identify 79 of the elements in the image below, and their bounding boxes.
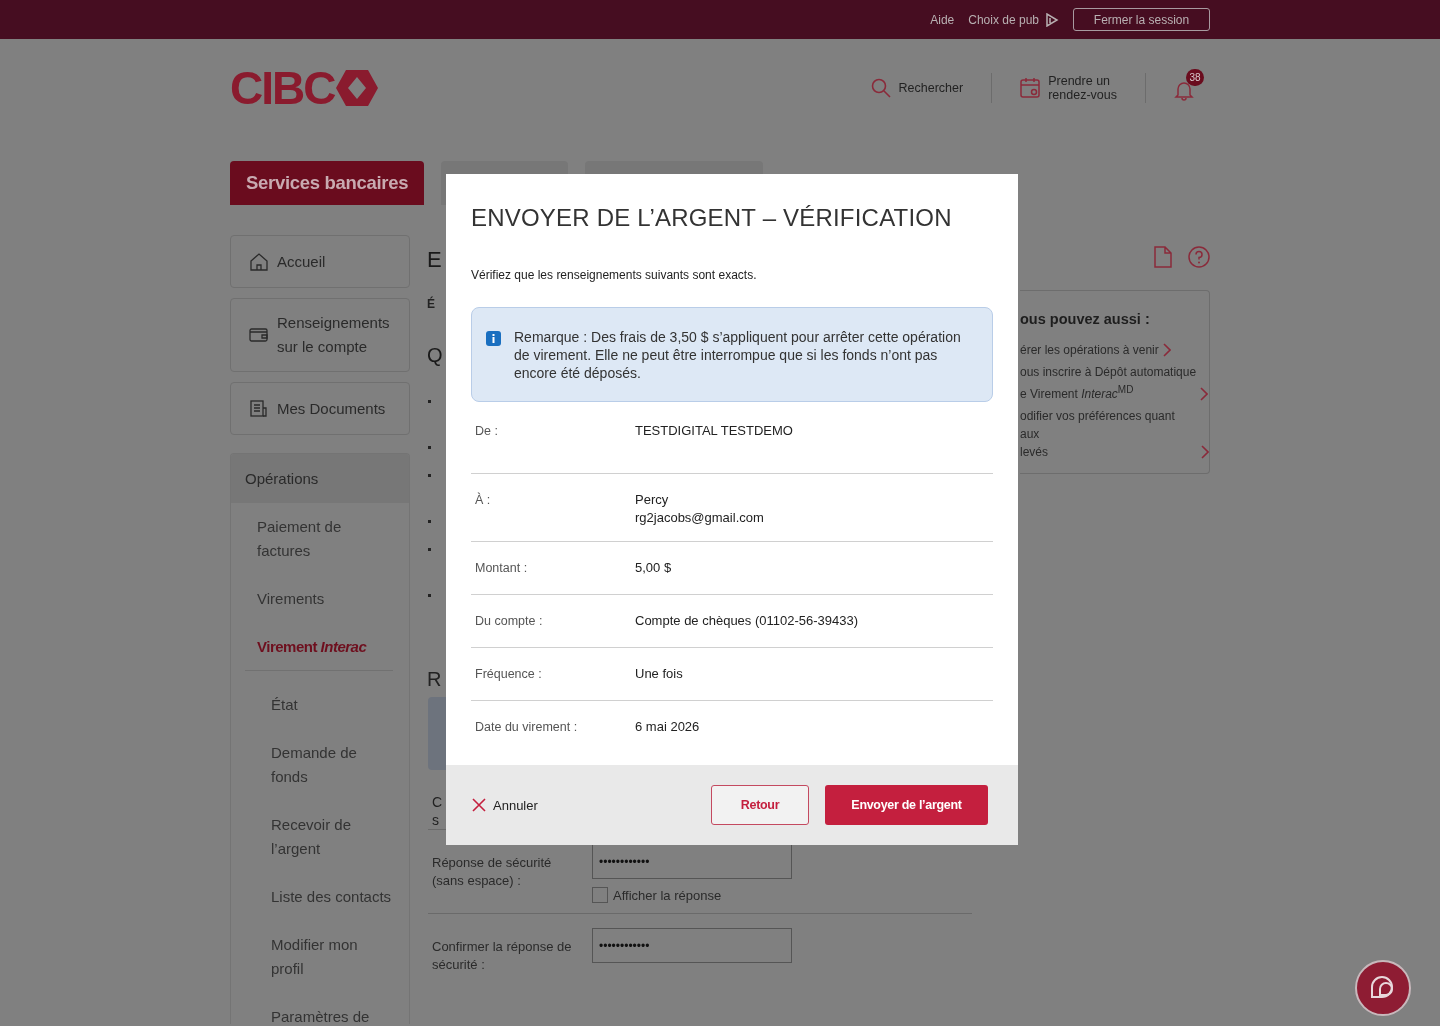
appointment-link[interactable]: Prendre un rendez-vous: [1048, 74, 1117, 102]
tab[interactable]: Services bancaires: [230, 161, 425, 205]
top-link[interactable]: Choix de pub: [968, 12, 1039, 27]
input-field[interactable]: ••••••••••••: [592, 928, 792, 963]
document-icon: [249, 398, 269, 419]
input-field[interactable]: ••••••••••••: [592, 844, 792, 879]
sidebar-card-label: Accueil: [277, 251, 326, 272]
chat-button[interactable]: [1355, 960, 1411, 1016]
field-label: C s: [432, 793, 443, 829]
search-link[interactable]: Rechercher: [898, 81, 964, 95]
intro-text: Vérifiez que les renseignements suivants sont exacts.: [471, 268, 758, 282]
sidebar-subitem[interactable]: Modifier mon profil: [271, 933, 358, 981]
send-button[interactable]: Envoyer de l’argent: [825, 785, 988, 825]
detail-value: Percy rg2jacobs@gmail.com: [635, 491, 764, 527]
chevron-icon: [1200, 387, 1209, 401]
panel-link[interactable]: ous inscrire à Dépôt automatique e Virement Interac$^{MD}$: [1020, 363, 1197, 403]
sidebar-subitem[interactable]: Liste des contacts: [271, 885, 392, 909]
section-header[interactable]: Opérations: [231, 454, 409, 503]
chevron-icon: [1162, 343, 1171, 357]
chevron-icon: [1201, 445, 1209, 459]
sidebar-subitem[interactable]: Demande de fonds: [271, 741, 357, 789]
sidebar-item[interactable]: Virements: [257, 587, 325, 611]
panel-link[interactable]: érer les opérations à venir: [1020, 341, 1159, 359]
top-link[interactable]: Aide: [930, 12, 955, 27]
page-heading: E: [427, 246, 442, 274]
detail-value: TESTDIGITAL TESTDEMO: [635, 422, 793, 440]
sidebar-card[interactable]: Renseignements sur le compte: [230, 298, 410, 372]
document-icon: [1154, 246, 1172, 268]
cancel-link[interactable]: Annuler: [493, 797, 538, 813]
detail-label: Date du virement :: [475, 719, 579, 736]
detail-label: Du compte :: [475, 613, 544, 630]
notification-badge: 38: [1186, 69, 1204, 86]
detail-value: 5,00 $: [635, 559, 672, 577]
subtitle-text: É: [427, 297, 435, 311]
logout-button[interactable]: Fermer la session: [1073, 8, 1210, 31]
sidebar-subitem[interactable]: État: [271, 693, 298, 717]
info-icon: [486, 331, 501, 346]
close-icon: [472, 798, 486, 812]
section-heading: R: [427, 667, 442, 692]
wallet-icon: [249, 325, 269, 345]
sidebar-subitem[interactable]: Paramètres de: [271, 1005, 370, 1024]
panel-link[interactable]: odifier vos préférences quant aux levés: [1020, 407, 1197, 461]
detail-label: Fréquence :: [475, 666, 543, 683]
detail-label: À :: [475, 491, 492, 509]
home-icon: [249, 251, 269, 272]
field-label: Confirmer la réponse de sécurité :: [432, 938, 572, 974]
bullet-icon: [428, 594, 431, 597]
detail-value: 6 mai 2026: [635, 718, 700, 736]
sidebar-item[interactable]: Virement Interac: [257, 635, 367, 659]
bullet-icon: [428, 446, 431, 449]
note-text: Remarque : Des frais de 3,50 $ s’appliquent pour arrêter cette opération de virement. Elle ne peut être interrompue que si les fonds n’ont pas encore été déposés.: [514, 328, 962, 382]
bullet-icon: [428, 400, 431, 403]
checkbox[interactable]: [592, 887, 608, 903]
field-label: Réponse de sécurité (sans espace) :: [432, 854, 553, 890]
section-heading: Q: [427, 343, 443, 368]
logo: CIBC: [230, 68, 335, 108]
sidebar-subitem[interactable]: Recevoir de l’argent: [271, 813, 352, 861]
sidebar-card[interactable]: Mes Documents: [230, 382, 410, 435]
bullet-icon: [428, 520, 431, 523]
detail-label: De :: [475, 423, 499, 440]
diamond-logo-icon: [336, 69, 379, 107]
checkbox-label: Afficher la réponse: [613, 887, 722, 903]
sidebar-item[interactable]: Paiement de factures: [257, 515, 342, 563]
dialog-title: ENVOYER DE L’ARGENT – VÉRIFICATION: [471, 203, 953, 233]
sidebar-card-label: Renseignements sur le compte: [277, 313, 390, 357]
bell-icon: [1174, 79, 1194, 101]
help-icon: [1188, 246, 1210, 268]
calendar-icon: [1020, 77, 1041, 99]
search-icon: [870, 78, 891, 98]
back-button[interactable]: Retour: [711, 785, 809, 825]
play-icon: [1045, 12, 1059, 27]
sidebar-card[interactable]: Accueil: [230, 235, 410, 288]
bullet-icon: [428, 474, 431, 477]
detail-label: Montant :: [475, 560, 529, 577]
detail-value: Une fois: [635, 665, 683, 683]
detail-value: Compte de chèques (01102-56-39433): [635, 612, 859, 630]
sidebar-card-label: Mes Documents: [277, 398, 386, 419]
bullet-icon: [428, 548, 431, 551]
panel-title: ous pouvez aussi :: [1020, 310, 1151, 329]
